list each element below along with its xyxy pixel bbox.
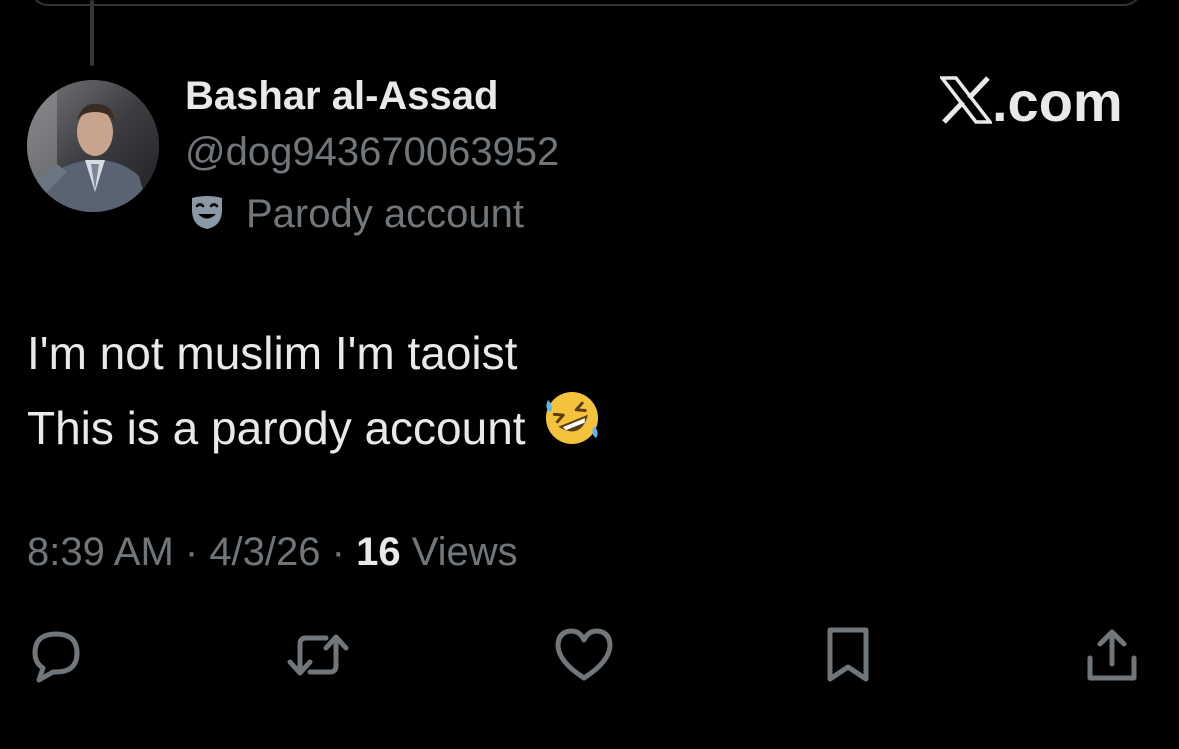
author-display-name[interactable]: Bashar al-Assad (185, 74, 498, 119)
meta-separator: · (320, 530, 357, 574)
reply-icon (27, 626, 85, 689)
thread-connector-line (90, 0, 94, 66)
brand-domain: .com (992, 70, 1123, 133)
repost-button[interactable] (286, 625, 350, 689)
meta-separator: · (173, 530, 210, 574)
post-text-line: I'm not muslim I'm taoist (27, 327, 518, 379)
post-text-line: This is a parody account (27, 401, 526, 454)
post-actions-bar (0, 625, 1179, 689)
author-handle[interactable]: @dog943670063952 (185, 130, 559, 175)
avatar[interactable] (27, 80, 159, 212)
bookmark-icon (822, 625, 874, 690)
rolling-on-the-floor-laughing-emoji (542, 388, 602, 467)
views-label[interactable]: Views (412, 530, 518, 574)
like-button[interactable] (552, 625, 616, 689)
post-metadata: 8:39 AM · 4/3/26 · 16 Views (27, 530, 518, 575)
bookmark-button[interactable] (816, 625, 880, 689)
brand-watermark: .com (938, 70, 1123, 133)
reply-button[interactable] (24, 625, 88, 689)
post-time[interactable]: 8:39 AM (27, 530, 174, 574)
views-count[interactable]: 16 (356, 530, 401, 574)
parody-label: Parody account (246, 191, 524, 236)
previous-post-card[interactable] (30, 0, 1142, 6)
post-text-line-2: This is a parody account (27, 388, 602, 467)
heart-icon (553, 626, 615, 689)
post-date[interactable]: 4/3/26 (209, 530, 320, 574)
theater-mask-icon (188, 193, 226, 236)
x-logo-icon (938, 75, 994, 129)
parody-label-row: Parody account (188, 190, 524, 238)
share-icon (1083, 626, 1141, 689)
repost-icon (286, 626, 350, 689)
avatar-photo (27, 80, 159, 212)
post-text: I'm not muslim I'm taoist This is a paro… (27, 318, 602, 467)
share-button[interactable] (1080, 625, 1144, 689)
